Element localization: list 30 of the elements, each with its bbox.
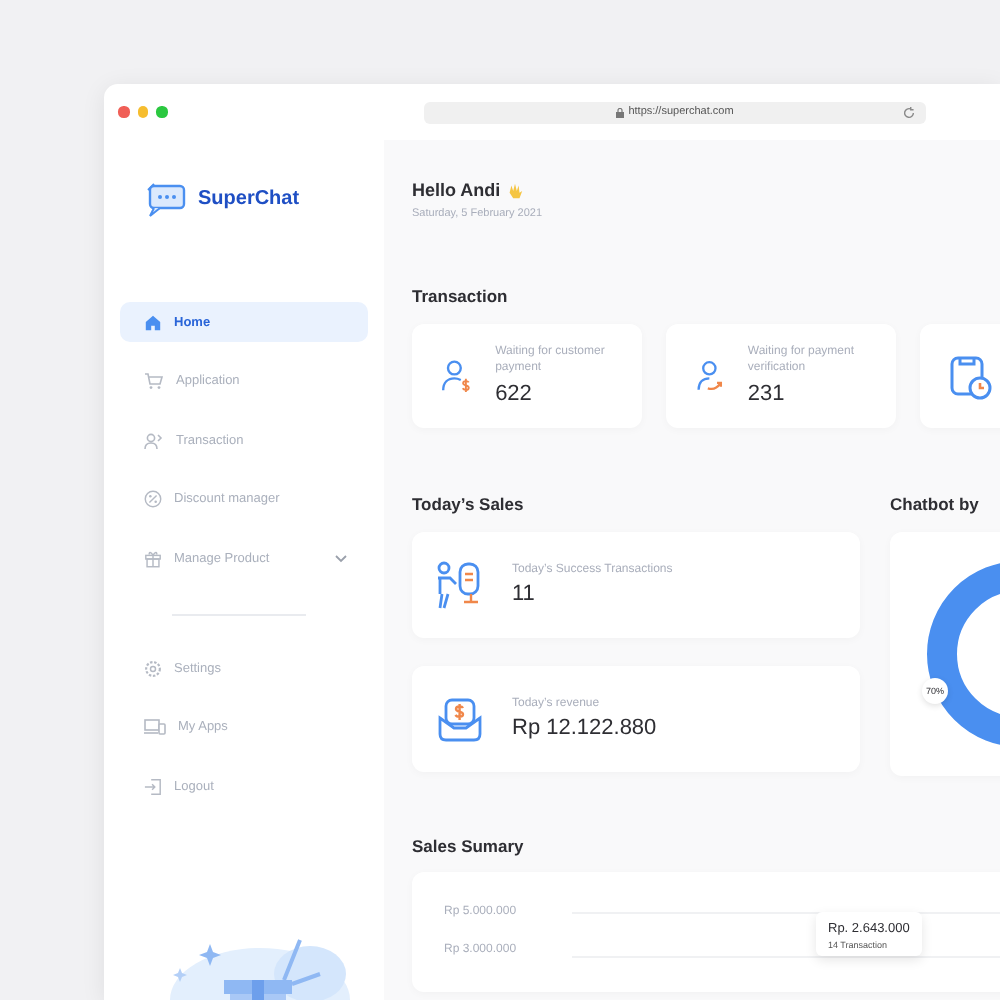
reload-icon[interactable] [902,105,916,119]
section-title: Sales Sumary [412,836,526,856]
stat-value: Rp 12.122.880 [512,716,657,741]
section-title: Today’s Sales [412,494,526,514]
section-title: Chatbot by [890,494,981,514]
wallet-dollar-icon [436,695,484,743]
gift-icon [144,549,162,567]
home-icon [144,313,162,331]
brand-name: SuperChat [198,188,300,210]
lock-icon [616,107,625,117]
stat-value: 622 [495,381,534,406]
close-dot[interactable] [118,106,129,118]
maximize-dot[interactable] [156,106,167,118]
logout-icon [144,777,162,795]
section-title: Transaction [412,286,510,306]
chevron-down-icon[interactable] [334,553,348,563]
stat-value: 11 [512,582,537,607]
waving-hand-icon [506,181,525,199]
settings-icon [144,659,162,677]
greeting-title: Hello Andi [412,180,501,200]
minimize-dot[interactable] [137,106,148,118]
clipboard-clock-icon [948,352,992,400]
devices-icon [144,718,166,736]
chat-logo-icon [144,180,188,218]
people-icon [144,431,164,449]
percent-icon [144,490,162,508]
cashier-icon [436,559,484,611]
stat-value: 231 [747,381,787,406]
cart-icon [144,372,164,390]
user-dollar-icon [440,354,476,398]
